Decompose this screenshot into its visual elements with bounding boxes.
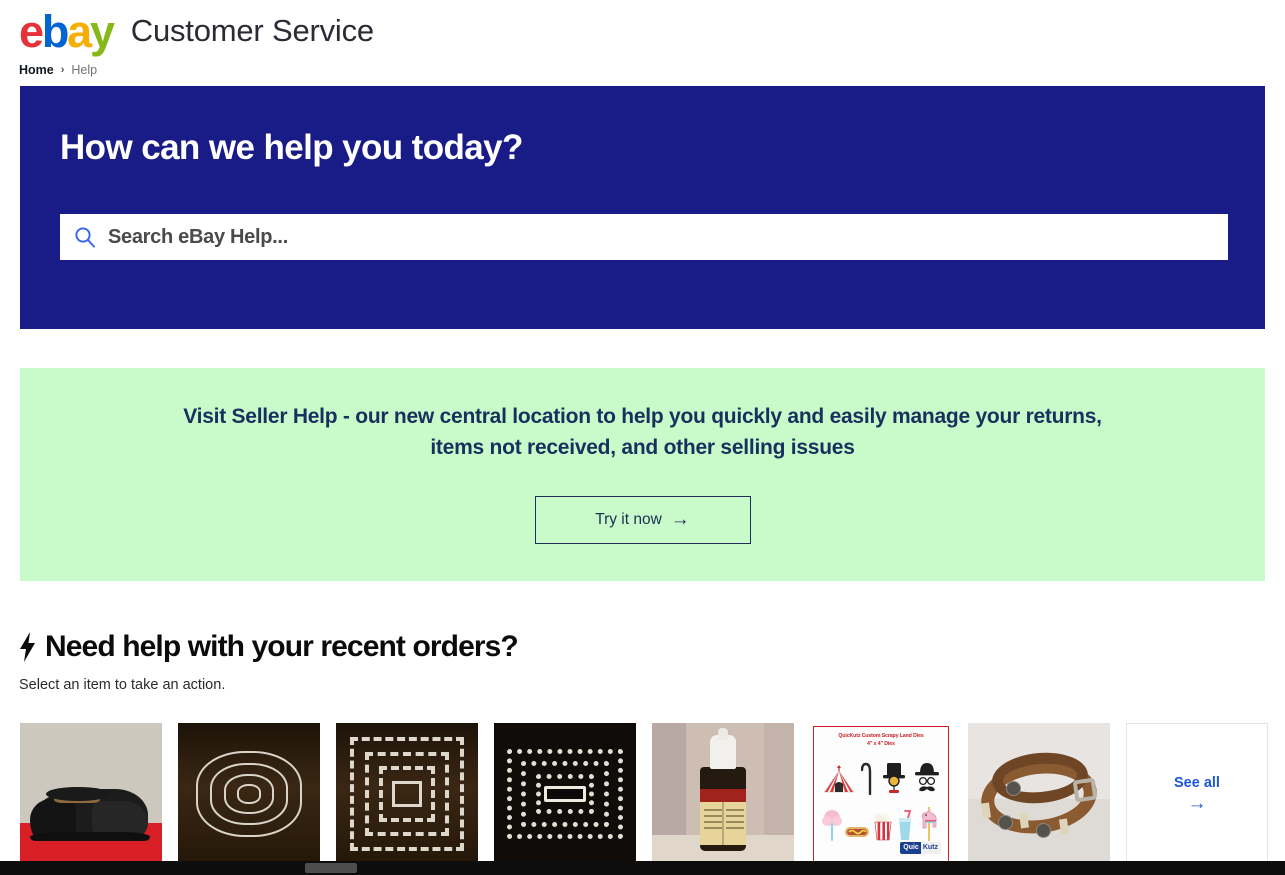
site-header: ebay Customer Service: [0, 0, 1285, 62]
logo-letter-e: e: [19, 5, 44, 57]
recent-orders-header: Need help with your recent orders?: [19, 630, 519, 664]
logo-letter-b: b: [41, 5, 70, 57]
breadcrumb-separator-icon: ›: [60, 64, 65, 76]
logo-letter-y: y: [89, 5, 115, 57]
carousel-horse-icon: [921, 807, 937, 841]
horizontal-scrollbar[interactable]: [0, 861, 1285, 875]
order-item-quickutz-circus-die-package[interactable]: QuicKutz Custom Scrapy Land Dies 4" x 4"…: [810, 723, 952, 865]
seller-help-promo-banner: Visit Seller Help - our new central loca…: [20, 368, 1265, 581]
brand-text-part2: Kutz: [920, 841, 941, 854]
bottle-label-red-band: [700, 789, 746, 802]
bottle-dropper-tip: [718, 728, 728, 740]
see-all-label: See all: [1174, 775, 1220, 791]
see-all-orders-tile[interactable]: See all →: [1126, 723, 1268, 865]
belt-concho: [1006, 781, 1021, 796]
breadcrumb: Home › Help: [19, 63, 97, 77]
ebay-customer-service-page: ebay Customer Service Home › Help How ca…: [0, 0, 1285, 875]
package-title: QuicKutz Custom Scrapy Land Dies 4" x 4"…: [814, 733, 948, 749]
arrow-right-icon: →: [670, 508, 690, 530]
scalloped-die-shape: [505, 746, 625, 842]
order-item-zigzag-square-nesting-die[interactable]: [336, 723, 478, 865]
order-item-leather-concho-belt[interactable]: [968, 723, 1110, 865]
package-motifs-row-2: [822, 803, 942, 841]
belt-buckle: [1072, 777, 1098, 803]
scrollbar-thumb[interactable]: [305, 863, 357, 873]
bottle-cap: [710, 735, 736, 769]
try-it-now-label: Try it now: [595, 511, 662, 528]
search-input[interactable]: [108, 214, 1228, 260]
lightning-bolt-icon: [20, 632, 35, 662]
top-hat-monocle-icon: [882, 763, 905, 793]
help-hero-banner: How can we help you today?: [20, 86, 1265, 329]
try-it-now-button[interactable]: Try it now →: [534, 496, 751, 544]
shoe-toe: [92, 801, 148, 835]
page-title: Customer Service: [130, 13, 374, 48]
belt-concho: [998, 815, 1013, 830]
package-card: QuicKutz Custom Scrapy Land Dies 4" x 4"…: [813, 726, 949, 862]
circus-tent-icon: [823, 765, 855, 793]
cane-icon: [861, 762, 872, 795]
shoe-sole: [30, 832, 150, 841]
shoe-collar: [46, 787, 110, 801]
order-item-black-leather-dress-shoe[interactable]: [20, 723, 162, 865]
milkshake-icon: [899, 810, 912, 840]
ebay-logo[interactable]: ebay: [19, 5, 115, 57]
order-item-dropper-bottle[interactable]: [652, 723, 794, 865]
brand-text-part1: Quic: [900, 841, 921, 854]
bottle-label-divider: [722, 802, 724, 845]
hero-heading: How can we help you today?: [60, 128, 523, 167]
recent-orders-list: QuicKutz Custom Scrapy Land Dies 4" x 4"…: [20, 723, 1268, 865]
arrow-right-icon: →: [1187, 793, 1207, 814]
recent-orders-subtitle: Select an item to take an action.: [19, 677, 226, 693]
zigzag-die-shape: [348, 735, 466, 853]
hot-dog-icon: [845, 827, 869, 837]
order-item-quatrefoil-nesting-die[interactable]: [178, 723, 320, 865]
breadcrumb-item-help: Help: [71, 63, 98, 77]
help-search-box[interactable]: [60, 214, 1228, 260]
search-icon: [75, 227, 95, 248]
package-title-line2: 4" x 4" Dies: [867, 740, 895, 747]
popcorn-icon: [874, 813, 892, 841]
quatrefoil-die-shape: [194, 746, 304, 842]
bowler-hat-mustache-icon: [914, 763, 939, 792]
order-item-scalloped-rectangle-die[interactable]: [494, 723, 636, 865]
recent-orders-title: Need help with your recent orders?: [45, 630, 519, 663]
cotton-candy-icon: [822, 810, 842, 841]
quickutz-brand-logo: Quic Kutz: [900, 841, 941, 854]
package-motifs-row-1: [822, 755, 942, 795]
logo-letter-a: a: [67, 5, 92, 57]
breadcrumb-item-home[interactable]: Home: [19, 63, 54, 77]
belt-concho: [1036, 823, 1051, 838]
promo-message: Visit Seller Help - our new central loca…: [183, 405, 1102, 459]
package-title-line1: QuicKutz Custom Scrapy Land Dies: [838, 733, 924, 739]
